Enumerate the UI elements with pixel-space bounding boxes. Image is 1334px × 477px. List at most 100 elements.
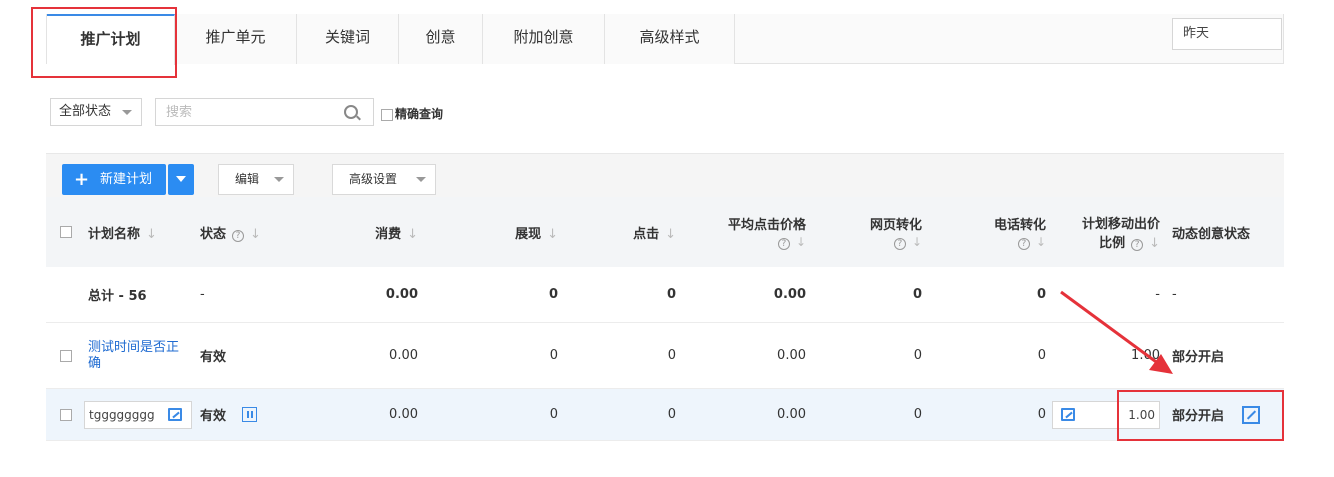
row-select-cell [60,323,72,388]
search-input[interactable] [156,99,326,125]
new-plan-dropdown-button[interactable] [168,164,194,195]
edit-icon[interactable] [168,407,182,421]
help-icon[interactable]: ? [777,238,790,250]
pause-icon[interactable] [242,407,258,422]
search-box [155,98,374,126]
col-mobile-ratio-label: 计划移动出价 [1081,217,1160,232]
exact-search-label: 精确查询 [395,107,444,121]
edit-label: 编辑 [235,172,260,186]
sort-icon[interactable]: ↓ [146,227,157,242]
tab-adgroups[interactable]: 推广单元 [175,14,297,64]
row-status-cell: 有效 [200,389,258,440]
col-mobile-ratio-label2: 比例 [1099,236,1126,251]
row-phone-conv: 0 [1037,348,1046,363]
total-web-conv: 0 [912,287,922,302]
col-name-label: 计划名称 [88,226,141,242]
total-avg-cpc: 0.00 [773,287,806,302]
row-checkbox[interactable] [60,408,72,421]
chevron-down-icon [274,177,284,182]
date-range-select[interactable]: 昨天 [1172,18,1282,50]
sort-icon[interactable]: ↓ [250,227,261,242]
status-filter-value: 全部状态 [59,104,112,119]
edit-icon[interactable] [1061,407,1075,421]
col-dyn-creative: 动态创意状态 [1172,197,1250,267]
col-phone-conv-icons: ? ↓ [1012,235,1046,250]
row-impressions: 0 [549,407,558,422]
sort-icon[interactable]: ↓ [1149,236,1160,251]
help-icon[interactable]: ? [893,238,906,250]
row-phone-conv: 0 [1037,407,1046,422]
tab-label: 推广单元 [205,28,266,46]
sort-icon[interactable]: ↓ [796,235,806,249]
help-icon[interactable]: ? [1017,238,1030,250]
select-all-cell [60,197,72,267]
tab-label: 创意 [425,28,456,46]
row-status: 有效 [200,409,227,424]
sort-icon[interactable]: ↓ [665,227,676,242]
tab-label: 附加创意 [513,28,574,46]
col-avg-cpc-label: 平均点击价格 [727,218,806,233]
campaign-name-link[interactable]: 测试时间是否正确 [88,340,188,372]
col-phone-conv-label: 电话转化 [993,218,1046,233]
row-name-cell: tgggggggg [84,389,192,440]
exact-search-toggle[interactable]: 精确查询 [381,105,443,122]
table-row: 测试时间是否正确 有效 0.00 0 0 0.00 0 0 1.00 部分开启 [46,323,1284,389]
row-avg-cpc: 0.00 [777,348,806,363]
sort-icon[interactable]: ↓ [1036,235,1046,249]
status-filter-select[interactable]: 全部状态 [50,98,142,126]
tab-label: 关键词 [324,28,370,46]
col-cost[interactable]: 消费 ↓ [318,197,418,267]
col-clicks[interactable]: 点击 ↓ [558,197,676,267]
col-mobile-ratio[interactable]: 计划移动出价比例? ↓ [1046,197,1160,267]
row-status: 有效 [200,350,227,365]
sort-icon[interactable]: ↓ [912,235,922,249]
date-range-value: 昨天 [1183,26,1210,41]
total-impressions: 0 [548,287,558,302]
tab-label: 推广计划 [80,30,141,48]
annotation-highlight-creative [1117,390,1284,441]
table-row-total: 总计 - 56 - 0.00 0 0 0.00 0 0 - - [46,267,1284,323]
chevron-down-icon [122,110,132,115]
search-icon[interactable] [344,105,358,119]
edit-button[interactable]: 编辑 [218,164,294,195]
total-mobile-ratio: - [1155,287,1160,302]
total-status: - [200,287,205,302]
tab-campaigns[interactable]: 推广计划 [47,14,175,65]
tab-keywords[interactable]: 关键词 [297,14,399,64]
chevron-down-icon [416,177,426,182]
select-all-checkbox[interactable] [60,226,72,238]
tab-extra-creatives[interactable]: 附加创意 [483,14,605,64]
new-plan-button[interactable]: + 新建计划 [62,164,166,195]
row-web-conv: 0 [913,348,922,363]
row-select-cell [60,389,72,440]
plus-icon: + [74,169,90,190]
col-status[interactable]: 状态? ↓ [200,197,261,267]
help-icon[interactable]: ? [232,229,245,242]
col-avg-cpc-icons: ? ↓ [772,235,806,250]
sort-icon[interactable]: ↓ [407,227,418,242]
col-web-conv[interactable]: 网页转化? ↓ [806,197,922,267]
col-clicks-label: 点击 [633,226,660,242]
sort-icon[interactable]: ↓ [547,227,558,242]
row-checkbox[interactable] [60,349,72,362]
col-web-conv-icons: ? ↓ [888,235,922,250]
row-cost: 0.00 [389,348,418,363]
col-dyn-creative-label: 动态创意状态 [1172,226,1251,242]
table-row: tgggggggg 有效 0.00 0 0 0.00 0 0 1.00 部分开启 [46,389,1284,441]
col-impressions[interactable]: 展现 ↓ [418,197,558,267]
campaign-name-field[interactable]: tgggggggg [84,400,192,429]
advanced-settings-button[interactable]: 高级设置 [332,164,436,195]
table-header: 计划名称 ↓ 状态? ↓ 消费 ↓ 展现 ↓ 点击 ↓ 平均点击价格? ↓ 网页转化? ↓ 电… [46,197,1284,267]
col-avg-cpc[interactable]: 平均点击价格? ↓ [676,197,806,267]
total-clicks: 0 [666,287,676,302]
col-phone-conv[interactable]: 电话转化? ↓ [922,197,1046,267]
tab-creatives[interactable]: 创意 [399,14,483,64]
col-mobile-ratio-line2: 比例? ↓ [1099,232,1160,251]
exact-search-checkbox[interactable] [381,108,393,121]
tab-advanced-styles[interactable]: 高级样式 [605,14,735,64]
row-clicks: 0 [667,348,676,363]
row-name-cell: 测试时间是否正确 [88,323,188,388]
row-cost: 0.00 [389,407,418,422]
help-icon[interactable]: ? [1131,239,1144,251]
col-name[interactable]: 计划名称 ↓ [88,197,157,267]
